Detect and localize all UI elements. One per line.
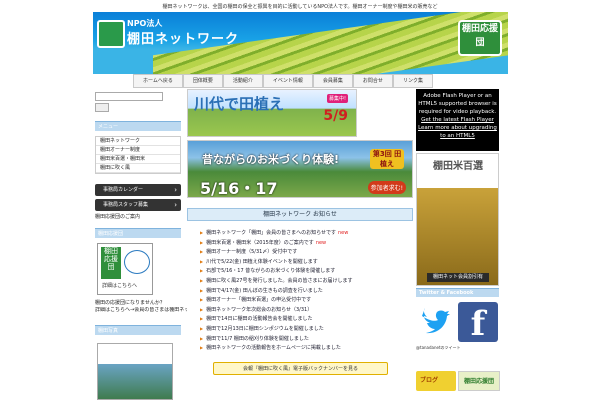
megaphone-icon bbox=[124, 250, 150, 274]
blog-button[interactable]: ブログ bbox=[416, 371, 456, 391]
new-badge: new bbox=[315, 239, 327, 246]
promo2-dates: 5/16・17 bbox=[200, 179, 278, 198]
ouen-blog-button[interactable]: 棚田応援団 bbox=[458, 371, 500, 391]
flash-link[interactable]: Get the latest Flash Player bbox=[421, 117, 494, 123]
rice-title: 棚田米百選 bbox=[433, 161, 483, 172]
ouen-more-link[interactable]: 詳細はこちらへ bbox=[102, 282, 137, 289]
promo-banner-kawashiro[interactable]: 川代で田植え 募集中! 5/9 bbox=[187, 89, 357, 137]
header-banner[interactable]: NPO法人 棚田ネットワーク 棚田応援団 bbox=[93, 12, 508, 74]
sidebar-item[interactable]: 棚田米百選・棚田米 bbox=[96, 155, 180, 164]
news-text[interactable]: 棚田オーナー制度（5/31〆）受付中です bbox=[206, 249, 297, 255]
social-title: Twitter & Facebook bbox=[416, 288, 499, 297]
flash-message: Adobe Flash Player or an HTML5 supported… bbox=[418, 93, 497, 115]
nav-item[interactable]: リンク集 bbox=[392, 74, 433, 88]
news-item[interactable]: 川代で5/22(金) 田植え体験イベントを開催します bbox=[200, 257, 415, 267]
menu-section-title: メニュー bbox=[95, 121, 181, 131]
news-item[interactable]: 棚田オーナー制度（5/31〆）受付中です bbox=[200, 247, 415, 257]
news-text[interactable]: 棚田で14日に棚田の活動報告会を開催しました bbox=[206, 316, 312, 322]
news-text[interactable]: 棚田オーナー「棚田米百選」の申込受付中です bbox=[206, 297, 311, 303]
ouen-section-title: 棚田応援団 bbox=[95, 228, 181, 238]
news-text[interactable]: 棚田で4/17(金) 田んぼの生きもの調査を行いました bbox=[206, 288, 323, 294]
twitter-icon[interactable] bbox=[418, 302, 452, 342]
ouen-card-label: 棚田応援団 bbox=[101, 247, 121, 279]
news-item[interactable]: 棚田ネットワーク年次総会のお知らせ（3/31） bbox=[200, 305, 415, 315]
promo2-tag: 第3回 田植え bbox=[370, 149, 404, 169]
nav-item[interactable]: 活動紹介 bbox=[222, 74, 263, 88]
nav-item[interactable]: 団体概要 bbox=[182, 74, 223, 88]
photo-section-title: 棚田写真 bbox=[95, 325, 181, 335]
staff-button[interactable]: 事務局スタッフ募集 bbox=[95, 199, 181, 211]
menu-section-title-text: メニュー bbox=[98, 124, 119, 130]
news-list: 棚田ネットワーク「棚田」会員の皆さまへのお知らせですnew 棚田米百選・棚田米（… bbox=[200, 228, 415, 353]
site-logo[interactable]: NPO法人 棚田ネットワーク bbox=[97, 18, 272, 48]
video-player[interactable]: Adobe Flash Player or an HTML5 supported… bbox=[416, 89, 499, 151]
ouen-text-line1: 棚田の応援団になりませんか？ bbox=[95, 300, 165, 306]
logo-mark-icon bbox=[97, 20, 125, 48]
news-item[interactable]: 棚田ネットワークの活動報告をホームページに掲載しました bbox=[200, 343, 415, 353]
html5-link[interactable]: Learn more about upgrading to an HTML5 bbox=[418, 125, 497, 139]
news-text[interactable]: 棚田に吹く風27号を発行しました。会員の皆さまにお届けします bbox=[206, 278, 352, 284]
nav-item[interactable]: お問合せ bbox=[352, 74, 393, 88]
news-item[interactable]: 棚田米百選・棚田米（2015年度）のご案内ですnew bbox=[200, 238, 415, 248]
news-item[interactable]: 棚田で14日に棚田の活動報告会を開催しました bbox=[200, 314, 415, 324]
org-name: 棚田ネットワーク bbox=[127, 32, 240, 47]
nav-item[interactable]: ホームへ戻る bbox=[133, 74, 183, 88]
rice-banner[interactable]: 棚田米百選 棚田ネット会員割引有 bbox=[416, 153, 499, 286]
news-item[interactable]: 棚田で4/17(金) 田んぼの生きもの調査を行いました bbox=[200, 286, 415, 296]
promo-banner-ishibu[interactable]: 昔ながらのお米づくり体験! 5/16・17 第3回 田植え 参加者求む! bbox=[187, 140, 413, 198]
news-text[interactable]: 棚田で12月13日に棚田シンポジウムを開催しました bbox=[206, 326, 324, 332]
search-input[interactable] bbox=[95, 92, 163, 101]
nav-item[interactable]: イベント情報 bbox=[262, 74, 313, 88]
news-text[interactable]: 棚田ネットワーク「棚田」会員の皆さまへのお知らせです bbox=[206, 230, 336, 236]
photo-thumbnail[interactable] bbox=[97, 343, 173, 400]
promo1-title: 川代で田植え bbox=[194, 95, 285, 113]
news-item[interactable]: 棚田で11/7 棚田の稲刈り体験を開催しました bbox=[200, 334, 415, 344]
ouen-badge[interactable]: 棚田応援団 bbox=[458, 20, 502, 56]
staff-note: 棚田応援団のご案内 bbox=[95, 214, 141, 220]
news-item[interactable]: 棚田ネットワーク「棚田」会員の皆さまへのお知らせですnew bbox=[200, 228, 415, 238]
news-text[interactable]: 棚田で11/7 棚田の稲刈り体験を開催しました bbox=[206, 336, 309, 342]
calendar-button[interactable]: 事務局カレンダー bbox=[95, 184, 181, 196]
sidebar-item[interactable]: 棚田オーナー制度 bbox=[96, 146, 180, 155]
ouen-section-title-text: 棚田応援団 bbox=[98, 231, 124, 237]
news-item[interactable]: 棚田に吹く風27号を発行しました。会員の皆さまにお届けします bbox=[200, 276, 415, 286]
facebook-icon[interactable]: f bbox=[458, 302, 498, 344]
sidebar-menu: 棚田ネットワーク 棚田オーナー制度 棚田米百選・棚田米 棚田に吹く風 bbox=[95, 136, 181, 174]
news-text[interactable]: 棚田ネットワークの活動報告をホームページに掲載しました bbox=[206, 345, 341, 351]
photo-section-title-text: 棚田写真 bbox=[98, 328, 119, 334]
news-text[interactable]: 棚田米百選・棚田米（2015年度）のご案内です bbox=[206, 240, 314, 246]
promo2-title: 昔ながらのお米づくり体験! bbox=[202, 153, 340, 166]
ouen-text: 棚田の応援団になりませんか？ 詳細はこちらへ→会員の皆さまは棚田ネットワークへ bbox=[95, 300, 187, 314]
top-tagline: 棚田ネットワークは、全国の棚田の保全と振興を目的に活動しているNPO法人です。棚… bbox=[162, 4, 438, 10]
news-text[interactable]: 川代で5/22(金) 田植え体験イベントを開催します bbox=[206, 259, 318, 265]
ouen-text-line2: 詳細はこちらへ→会員の皆さまは棚田ネットワークへ bbox=[95, 307, 187, 313]
sidebar-item[interactable]: 棚田に吹く風 bbox=[96, 164, 180, 173]
news-item[interactable]: 棚田オーナー「棚田米百選」の申込受付中です bbox=[200, 295, 415, 305]
news-item[interactable]: 石部で5/16・17 昔ながらのお米づくり体験を開催します bbox=[200, 266, 415, 276]
promo2-cta: 参加者求む! bbox=[367, 181, 406, 194]
news-text[interactable]: 石部で5/16・17 昔ながらのお米づくり体験を開催します bbox=[206, 268, 335, 274]
nav-item[interactable]: 会員募集 bbox=[312, 74, 353, 88]
news-item[interactable]: 棚田で12月13日に棚田シンポジウムを開催しました bbox=[200, 324, 415, 334]
search-button[interactable] bbox=[95, 103, 109, 112]
main-nav: ホームへ戻る 団体概要 活動紹介 イベント情報 会員募集 お問合せ リンク集 bbox=[133, 74, 433, 88]
promo1-date: 5/9 bbox=[323, 108, 348, 124]
backnumber-button[interactable]: 会報『棚田に吹く風』電子版バックナンバーを見る bbox=[213, 362, 388, 375]
rice-sub: 棚田ネット会員割引有 bbox=[427, 273, 489, 282]
news-title: 棚田ネットワーク お知らせ bbox=[187, 208, 413, 221]
sidebar-item[interactable]: 棚田ネットワーク bbox=[96, 137, 180, 146]
twitter-note: @tanadanetのツイート bbox=[416, 345, 461, 350]
promo1-status: 募集中! bbox=[326, 94, 348, 103]
news-text[interactable]: 棚田ネットワーク年次総会のお知らせ（3/31） bbox=[206, 307, 312, 313]
new-badge: new bbox=[337, 230, 349, 236]
ouen-card[interactable]: 棚田応援団 詳細はこちらへ bbox=[97, 243, 153, 295]
